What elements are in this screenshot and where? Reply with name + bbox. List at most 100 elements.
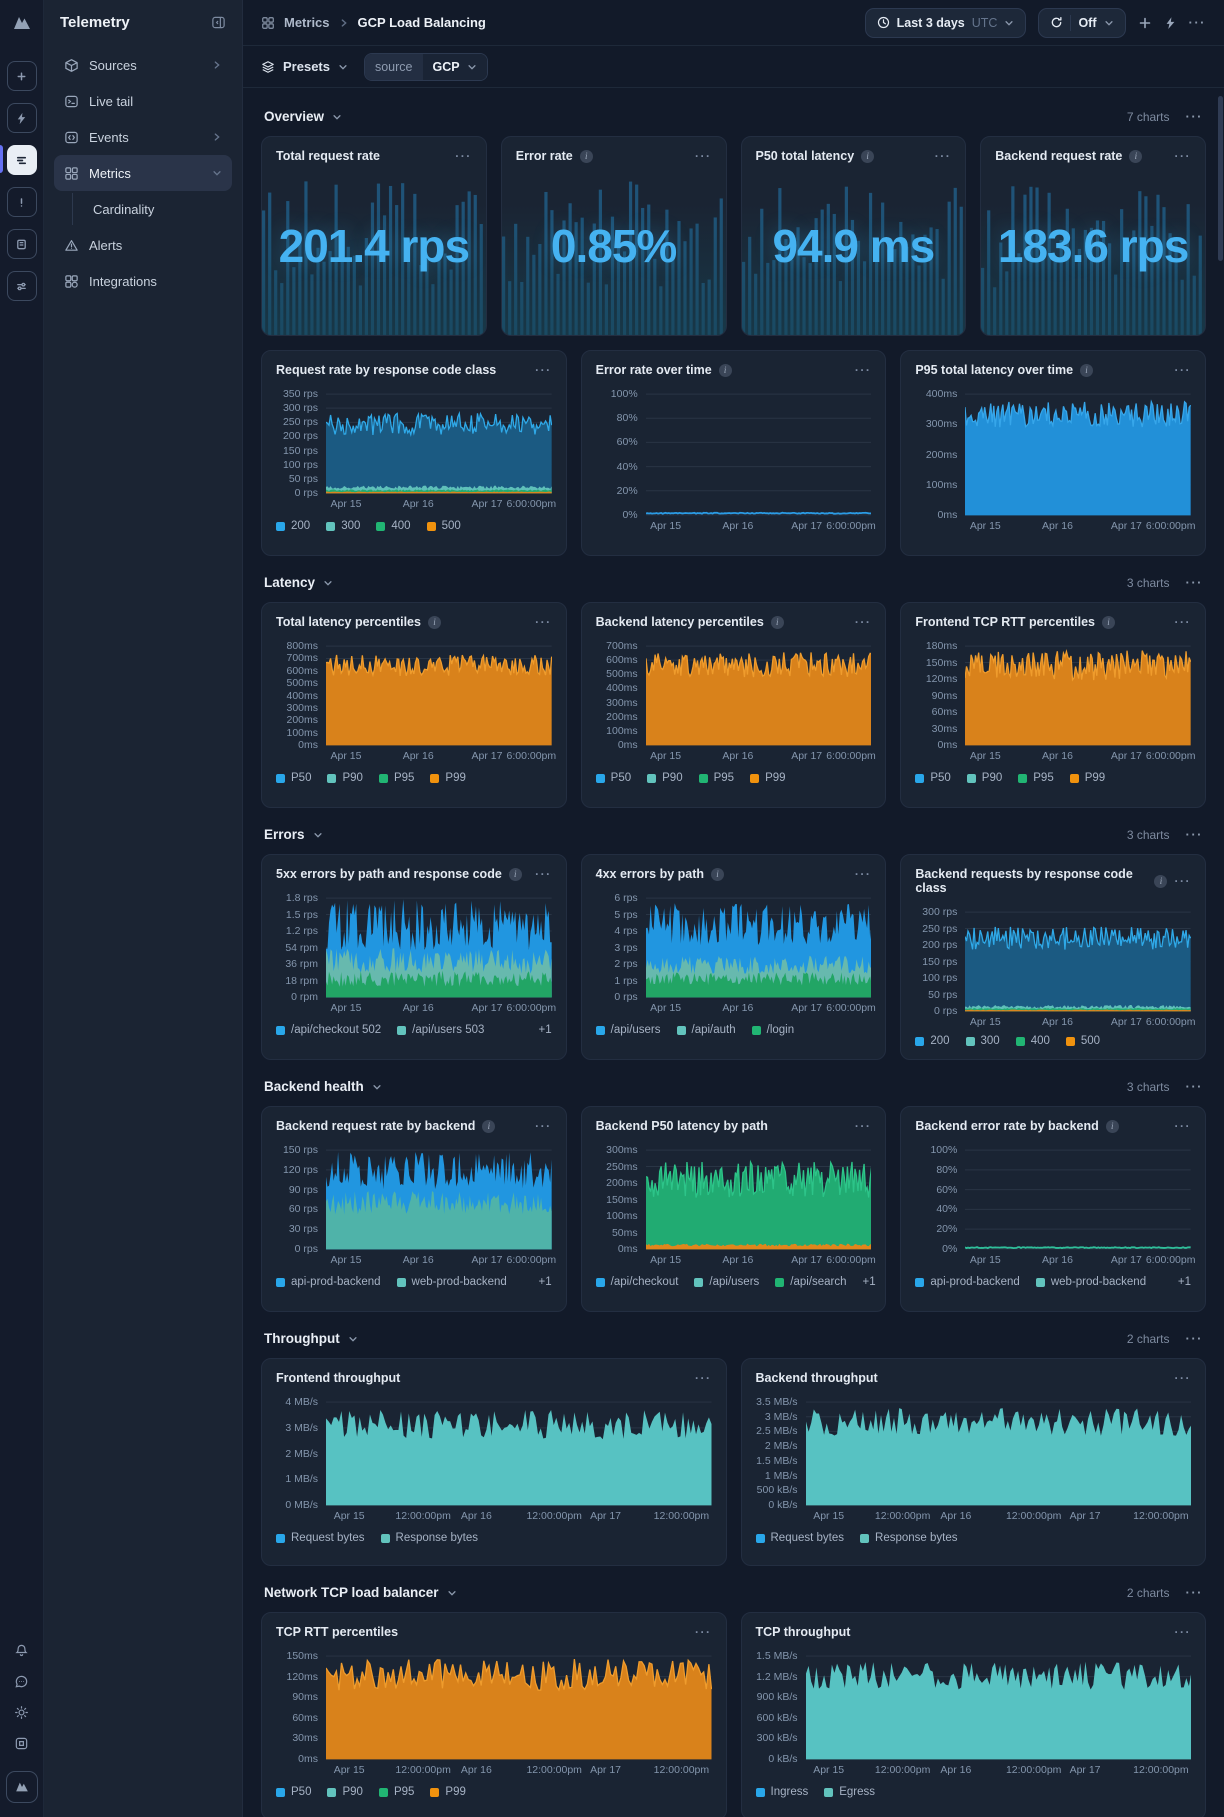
sidebar-item-cardinality[interactable]: Cardinality [73,193,232,225]
legend-item-api-prod-backend[interactable]: api-prod-backend [276,1276,381,1288]
legend-item-api-auth[interactable]: /api/auth [676,1024,736,1036]
card-menu-button[interactable]: ··· [935,149,952,163]
rail-add-source-icon[interactable] [6,61,37,91]
theme-sun-icon[interactable] [14,1705,29,1720]
legend-item-web-prod-backend[interactable]: web-prod-backend [396,1276,507,1288]
card-menu-button[interactable]: ··· [855,1119,872,1133]
legend-item-p90[interactable]: P90 [966,772,1002,784]
legend-item-p99[interactable]: P99 [430,1786,466,1798]
card-menu-button[interactable]: ··· [535,615,552,629]
legend-item-api-prod-backend[interactable]: api-prod-backend [915,1276,1020,1288]
legend-item-login[interactable]: /login [751,1024,794,1036]
legend-item-api-users[interactable]: /api/users [694,1276,759,1288]
scrollbar-thumb[interactable] [1218,96,1223,261]
source-filter-chip[interactable]: source GCP [363,52,488,81]
section-menu-button[interactable]: ··· [1186,1585,1204,1600]
legend-item-p50[interactable]: P50 [276,772,311,784]
legend-item-p99[interactable]: P99 [750,772,786,784]
legend-item-p50[interactable]: P50 [915,772,951,784]
legend-item-api-checkout-502[interactable]: /api/checkout 502 [276,1024,381,1036]
legend-overflow-count[interactable]: +1 [539,1276,552,1288]
legend-item-p50[interactable]: P50 [595,772,631,784]
sidebar-item-events[interactable]: Events [54,119,232,155]
legend-item-400[interactable]: 400 [1015,1035,1050,1047]
section-menu-button[interactable]: ··· [1186,109,1204,124]
sidebar-item-sources[interactable]: Sources [54,47,232,83]
legend-item-egress[interactable]: Egress [824,1786,875,1798]
card-menu-button[interactable]: ··· [1175,1371,1192,1385]
section-collapse-chevron-icon[interactable] [348,1334,358,1344]
legend-item-response-bytes[interactable]: Response bytes [380,1532,478,1544]
legend-item-p90[interactable]: P90 [327,772,363,784]
card-menu-button[interactable]: ··· [1174,1119,1191,1133]
quick-actions-lightning-icon[interactable] [1164,16,1177,30]
rail-storage-icon[interactable] [6,229,37,259]
legend-item-200[interactable]: 200 [276,520,310,532]
auto-refresh-button[interactable]: Off [1038,7,1126,38]
section-collapse-chevron-icon[interactable] [372,1082,382,1092]
legend-item-request-bytes[interactable]: Request bytes [755,1532,844,1544]
legend-item-p99[interactable]: P99 [430,772,466,784]
card-menu-button[interactable]: ··· [1175,149,1192,163]
presets-dropdown[interactable]: Presets [261,59,348,74]
legend-item-response-bytes[interactable]: Response bytes [860,1532,957,1544]
section-menu-button[interactable]: ··· [1186,575,1204,590]
card-menu-button[interactable]: ··· [1174,363,1191,377]
feedback-chat-icon[interactable] [14,1674,29,1689]
card-menu-button[interactable]: ··· [535,1119,552,1133]
add-chart-button[interactable] [1138,16,1152,30]
legend-item-p99[interactable]: P99 [1069,772,1105,784]
legend-item-p95[interactable]: P95 [378,1786,414,1798]
time-range-button[interactable]: Last 3 days UTC [864,7,1027,38]
page-menu-button[interactable]: ··· [1189,15,1207,30]
account-logo-avatar[interactable] [5,1771,38,1803]
section-menu-button[interactable]: ··· [1186,827,1204,842]
card-menu-button[interactable]: ··· [855,867,872,881]
legend-item-400[interactable]: 400 [376,520,411,532]
card-menu-button[interactable]: ··· [695,1625,712,1639]
legend-item-500[interactable]: 500 [1065,1035,1100,1047]
section-collapse-chevron-icon[interactable] [323,578,333,588]
card-menu-button[interactable]: ··· [695,1371,712,1385]
section-collapse-chevron-icon[interactable] [447,1588,457,1598]
legend-item-api-checkout[interactable]: /api/checkout [595,1276,678,1288]
card-menu-button[interactable]: ··· [535,867,552,881]
legend-item-request-bytes[interactable]: Request bytes [276,1532,365,1544]
card-menu-button[interactable]: ··· [695,149,712,163]
rail-metrics-icon[interactable] [6,145,37,175]
legend-item-p90[interactable]: P90 [647,772,683,784]
section-collapse-chevron-icon[interactable] [313,830,323,840]
card-menu-button[interactable]: ··· [1174,615,1191,629]
legend-item-500[interactable]: 500 [426,520,461,532]
card-menu-button[interactable]: ··· [535,363,552,377]
legend-item-p95[interactable]: P95 [378,772,414,784]
legend-item-p90[interactable]: P90 [327,1786,363,1798]
sidebar-item-live-tail[interactable]: Live tail [54,83,232,119]
section-collapse-chevron-icon[interactable] [332,112,342,122]
card-menu-button[interactable]: ··· [855,615,872,629]
sidebar-collapse-icon[interactable] [211,15,226,30]
legend-item-web-prod-backend[interactable]: web-prod-backend [1035,1276,1146,1288]
card-menu-button[interactable]: ··· [1175,1625,1192,1639]
breadcrumb-section[interactable]: Metrics [284,15,330,30]
legend-item-api-search[interactable]: /api/search [775,1276,847,1288]
card-menu-button[interactable]: ··· [855,363,872,377]
legend-item-api-users-503[interactable]: /api/users 503 [397,1024,484,1036]
sidebar-item-metrics[interactable]: Metrics [54,155,232,191]
legend-overflow-count[interactable]: +1 [539,1024,552,1036]
card-menu-button[interactable]: ··· [1174,874,1191,888]
notifications-bell-icon[interactable] [14,1643,29,1658]
legend-item-p95[interactable]: P95 [1018,772,1054,784]
legend-item-ingress[interactable]: Ingress [755,1786,808,1798]
section-menu-button[interactable]: ··· [1186,1079,1204,1094]
legend-overflow-count[interactable]: +1 [1178,1276,1191,1288]
card-menu-button[interactable]: ··· [455,149,472,163]
shortcuts-command-icon[interactable] [14,1736,29,1751]
legend-item-p95[interactable]: P95 [698,772,734,784]
rail-live-tail-icon[interactable] [6,103,37,133]
legend-item-api-users[interactable]: /api/users [595,1024,661,1036]
sidebar-item-alerts[interactable]: Alerts [54,227,232,263]
section-menu-button[interactable]: ··· [1186,1331,1204,1346]
legend-item-p50[interactable]: P50 [276,1786,311,1798]
rail-alerts-icon[interactable] [6,187,37,217]
